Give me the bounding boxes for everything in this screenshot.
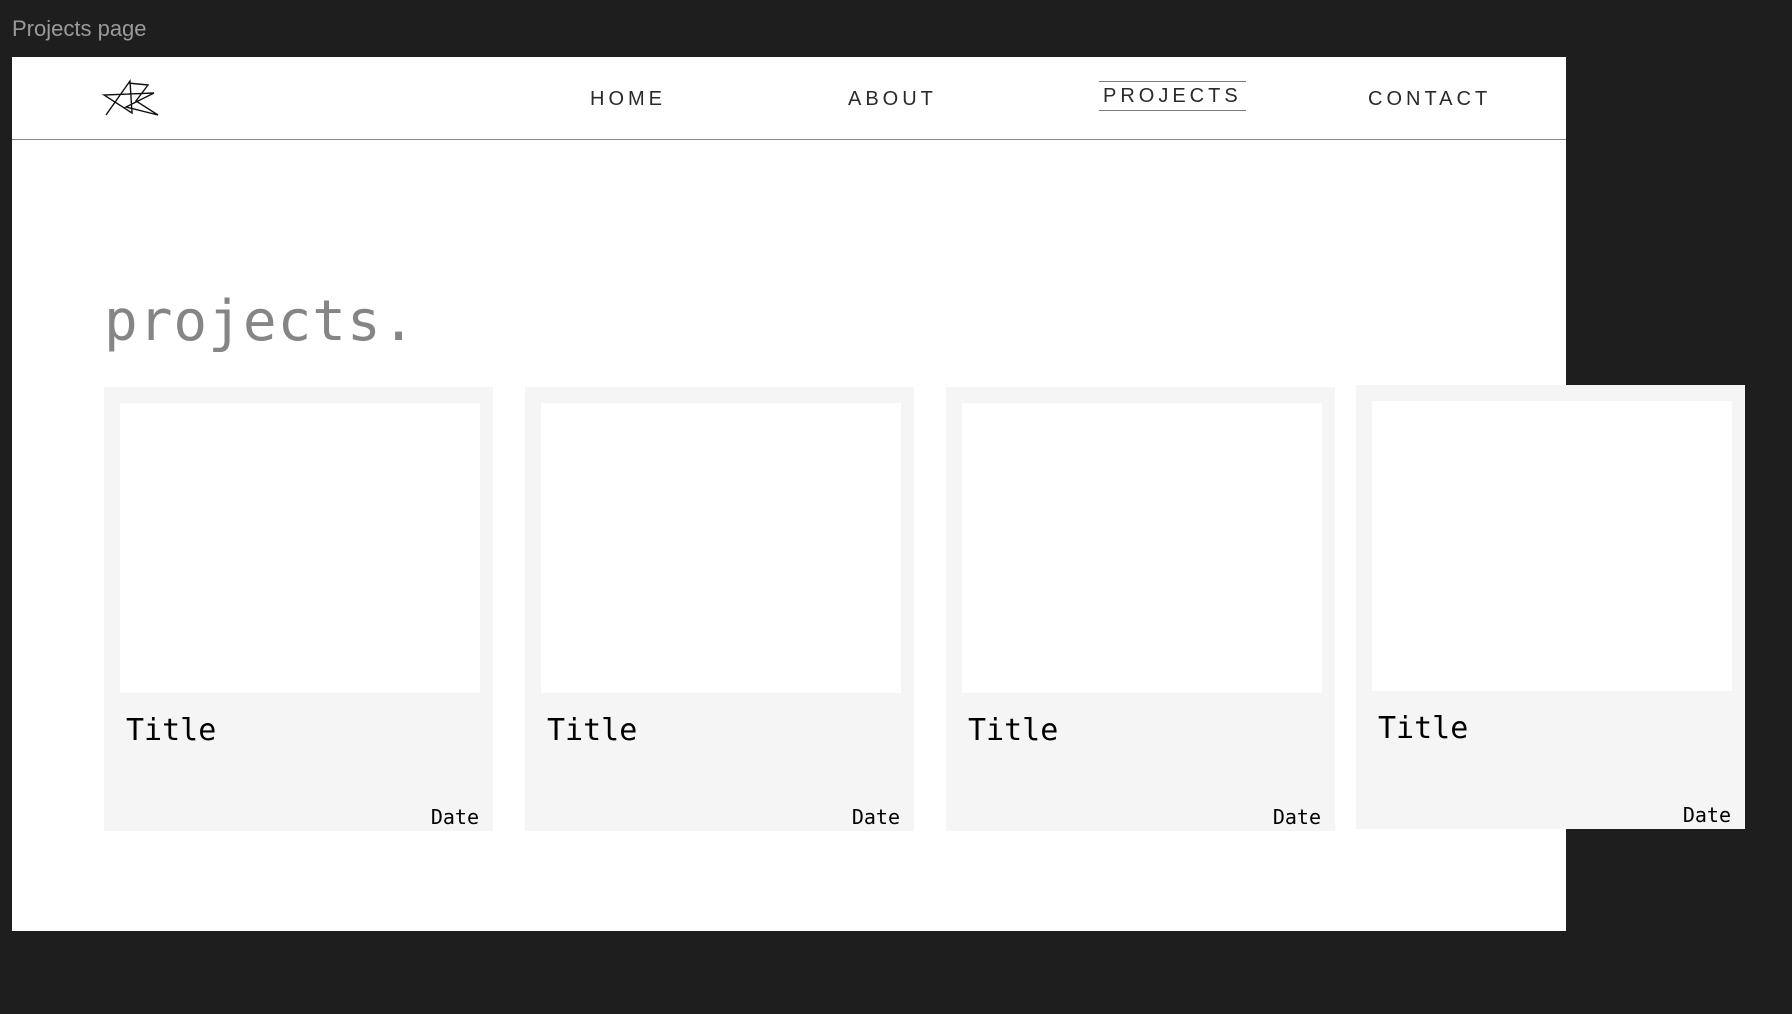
ab-star-logo-icon[interactable] (101, 75, 162, 121)
navbar: HOME ABOUT PROJECTS CONTACT (12, 57, 1566, 140)
page-title: projects. (104, 289, 417, 354)
card-image-placeholder[interactable] (1372, 401, 1732, 691)
project-card[interactable]: Title Date (104, 387, 493, 831)
card-date: Date (1682, 803, 1731, 827)
card-title: Title (1378, 711, 1469, 746)
project-card[interactable]: Title Date (525, 387, 914, 831)
nav-home[interactable]: HOME (590, 87, 666, 111)
card-title: Title (968, 713, 1059, 748)
card-title: Title (126, 713, 217, 748)
card-date: Date (1272, 805, 1321, 829)
nav-projects[interactable]: PROJECTS (1099, 81, 1246, 111)
projects-page-frame: HOME ABOUT PROJECTS CONTACT projects. Ti… (12, 57, 1566, 931)
card-date: Date (851, 805, 900, 829)
card-date: Date (430, 805, 479, 829)
project-card[interactable]: Title Date (946, 387, 1335, 831)
card-title: Title (547, 713, 638, 748)
frame-label[interactable]: Projects page (12, 16, 147, 42)
card-image-placeholder[interactable] (120, 403, 480, 693)
card-image-placeholder[interactable] (962, 403, 1322, 693)
nav-about[interactable]: ABOUT (848, 87, 937, 111)
nav-contact[interactable]: CONTACT (1368, 87, 1491, 111)
design-canvas: Projects page HOME ABOUT PROJECTS CONTAC… (0, 0, 1792, 1014)
card-image-placeholder[interactable] (541, 403, 901, 693)
project-card[interactable]: Title Date (1356, 385, 1745, 829)
